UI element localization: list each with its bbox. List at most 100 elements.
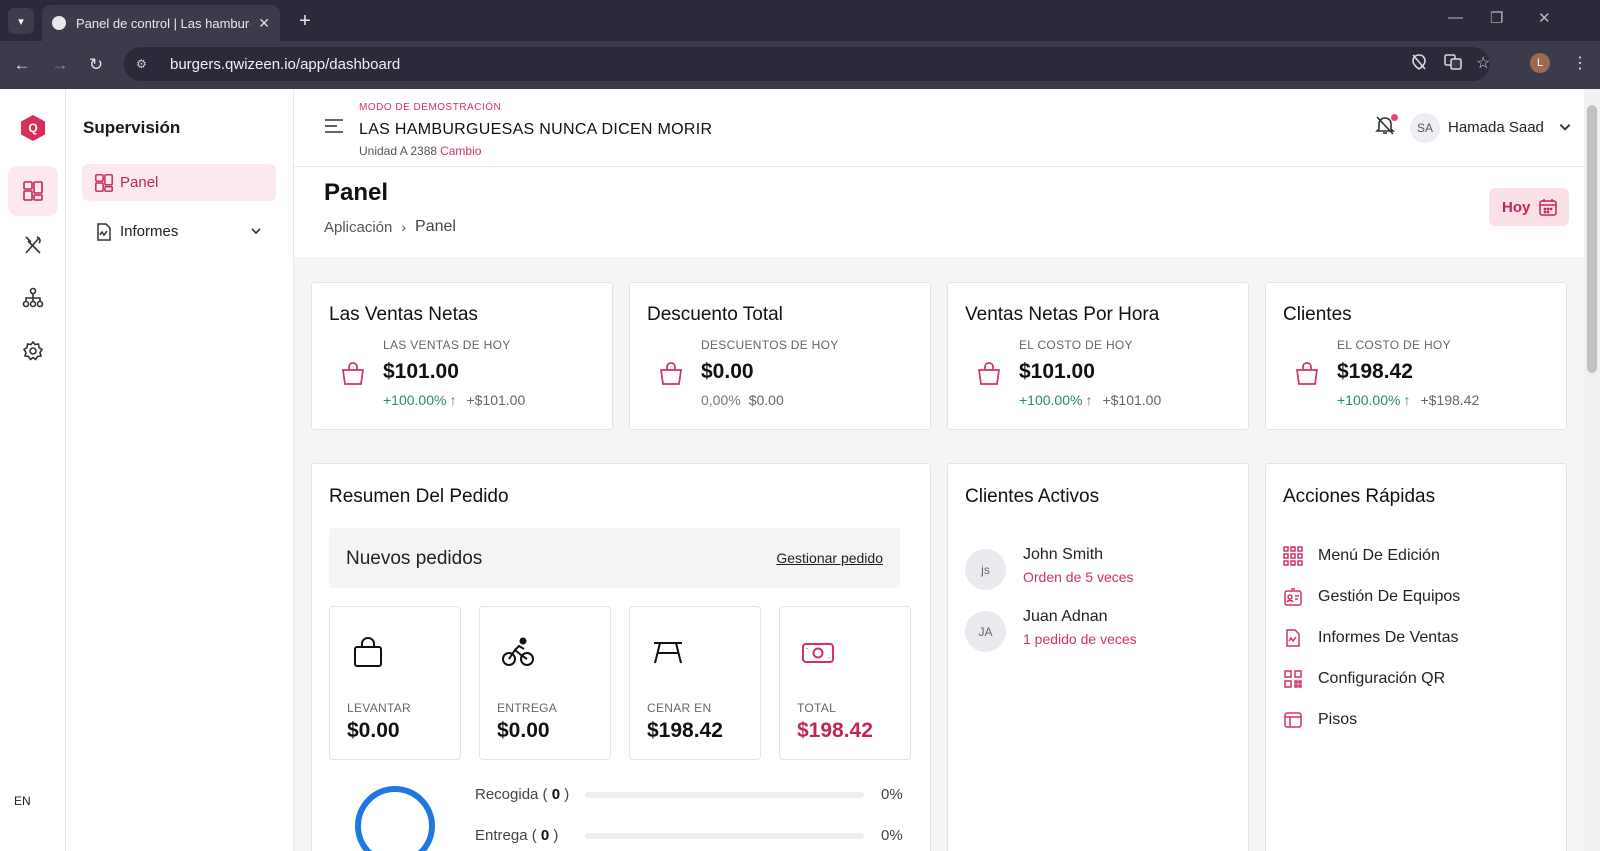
today-button-label: Hoy <box>1502 198 1531 216</box>
stat-change: +100.00% ↑ +$101.00 <box>383 392 525 408</box>
new-tab-button[interactable]: + <box>292 8 318 34</box>
money-icon <box>801 635 835 674</box>
stat-percent: +100.00% <box>1337 392 1401 408</box>
stat-title: Descuento Total <box>647 304 783 325</box>
app-icon-rail: Q EN <box>0 89 66 851</box>
stat-title: Clientes <box>1283 304 1352 325</box>
store-name: LAS HAMBURGUESAS NUNCA DICEN MORIR <box>359 121 713 138</box>
order-type-value: $0.00 <box>347 719 400 742</box>
quick-action-team-management[interactable]: Gestión De Equipos <box>1283 584 1460 610</box>
order-type-delivery[interactable]: ENTREGA $0.00 <box>479 606 611 760</box>
sidebar-item-panel[interactable]: Panel <box>82 164 276 201</box>
arrow-up-icon: ↑ <box>1085 392 1093 408</box>
utensils-icon[interactable] <box>8 220 58 270</box>
progress-row-delivery: Entrega ( 0 ) 0% <box>475 827 911 844</box>
chevron-down-icon[interactable] <box>1558 120 1572 139</box>
order-type-dine-in[interactable]: CENAR EN $198.42 <box>629 606 761 760</box>
page-scrollbar[interactable] <box>1584 89 1600 851</box>
stat-percent: 0,00% <box>701 392 741 408</box>
user-name[interactable]: Hamada Saad <box>1448 119 1544 136</box>
table-icon <box>651 635 685 674</box>
stat-label: EL COSTO DE HOY <box>1019 338 1133 352</box>
list-item[interactable]: JA Juan Adnan 1 pedido de veces <box>965 608 1235 658</box>
sidebar-item-informes[interactable]: Informes <box>82 213 276 250</box>
client-name: Juan Adnan <box>1023 608 1108 625</box>
tab-search-button[interactable]: ▾ <box>8 8 34 34</box>
stat-value: $198.42 <box>1337 360 1413 383</box>
browser-menu-icon[interactable]: ⋮ <box>1572 53 1588 73</box>
dashboard-icon[interactable] <box>8 166 58 216</box>
app-header: MODO DE DEMOSTRACIÓN LAS HAMBURGUESAS NU… <box>294 89 1584 167</box>
page-heading: Panel Aplicación › Panel Hoy <box>294 167 1584 257</box>
breadcrumb-app-link[interactable]: Aplicación <box>324 219 392 236</box>
sidebar-item-label: Panel <box>120 174 159 191</box>
quick-action-label: Configuración QR <box>1318 670 1446 687</box>
language-label: EN <box>14 794 31 808</box>
stat-delta: +$101.00 <box>1102 392 1162 408</box>
avatar[interactable]: SA <box>1410 113 1440 143</box>
stat-change: +100.00% ↑ +$198.42 <box>1337 392 1479 408</box>
section-title: Acciones Rápidas <box>1283 486 1436 507</box>
manage-order-link[interactable]: Gestionar pedido <box>776 550 883 566</box>
demo-mode-label: MODO DE DEMOSTRACIÓN <box>359 102 502 113</box>
new-orders-label: Nuevos pedidos <box>346 548 483 569</box>
order-type-value: $198.42 <box>647 719 723 742</box>
stat-title: Ventas Netas Por Hora <box>965 304 1160 325</box>
unit-label: Unidad A 2388 <box>359 144 438 158</box>
minimize-icon[interactable]: — <box>1448 9 1463 26</box>
sidebar-item-label: Informes <box>120 223 179 240</box>
profile-avatar[interactable]: L <box>1530 53 1550 73</box>
quick-action-sales-reports[interactable]: Informes De Ventas <box>1283 625 1459 651</box>
stat-percent: +100.00% <box>383 392 447 408</box>
quick-action-qr-config[interactable]: Configuración QR <box>1283 666 1445 692</box>
browser-tab[interactable]: Panel de control | Las hamburguesas nunc… <box>42 5 280 41</box>
grid-icon <box>1283 546 1303 566</box>
stat-card-clients: Clientes EL COSTO DE HOY $198.42 +100.00… <box>1265 282 1567 430</box>
chevron-down-icon <box>250 224 262 241</box>
progress-row-pickup: Recogida ( 0 ) 0% <box>475 786 911 803</box>
stat-delta: +$198.42 <box>1420 392 1480 408</box>
bookmark-star-icon[interactable]: ☆ <box>1476 53 1490 73</box>
restore-icon[interactable]: ❐ <box>1490 9 1503 27</box>
browser-tab-bar: ▾ Panel de control | Las hamburguesas nu… <box>0 0 1600 41</box>
stat-label: LAS VENTAS DE HOY <box>383 338 511 352</box>
org-chart-icon[interactable] <box>8 273 58 323</box>
stat-label: DESCUENTOS DE HOY <box>701 338 839 352</box>
reload-icon[interactable]: ↻ <box>84 53 108 77</box>
today-button[interactable]: Hoy <box>1489 188 1569 226</box>
forward-icon[interactable]: → <box>48 53 72 77</box>
order-type-label: CENAR EN <box>647 701 712 715</box>
menu-toggle-icon[interactable] <box>324 118 344 139</box>
language-switch[interactable]: EN <box>8 789 56 813</box>
window-close-icon[interactable]: ✕ <box>1538 9 1551 27</box>
qr-code-icon <box>1283 669 1303 689</box>
orders-donut-chart <box>355 786 435 851</box>
order-type-label: TOTAL <box>797 701 837 715</box>
app-logo[interactable]: Q <box>21 115 45 141</box>
site-info-icon[interactable]: ⚙ <box>136 57 156 71</box>
quick-action-label: Menú De Edición <box>1318 547 1440 564</box>
client-orders: Orden de 5 veces <box>1023 569 1134 585</box>
unit-line: Unidad A 2388 Cambio <box>359 144 481 158</box>
back-icon[interactable]: ← <box>10 53 34 77</box>
tracking-off-icon[interactable] <box>1410 53 1428 76</box>
scrollbar-thumb[interactable] <box>1587 105 1597 373</box>
calendar-icon <box>1539 199 1558 216</box>
address-bar[interactable]: ⚙ burgers.qwizeen.io/app/dashboard <box>124 47 1490 81</box>
arrow-up-icon: ↑ <box>1403 392 1411 408</box>
translate-icon[interactable] <box>1444 53 1462 76</box>
list-item[interactable]: js John Smith Orden de 5 veces <box>965 546 1235 596</box>
quick-action-floors[interactable]: Pisos <box>1283 707 1357 733</box>
quick-action-edit-menu[interactable]: Menú De Edición <box>1283 543 1440 569</box>
gear-icon[interactable] <box>8 326 58 376</box>
dashboard-icon <box>94 173 114 193</box>
client-orders: 1 pedido de veces <box>1023 631 1137 647</box>
close-icon[interactable]: ✕ <box>258 15 270 32</box>
quick-action-label: Informes De Ventas <box>1318 629 1459 646</box>
change-unit-link[interactable]: Cambio <box>440 144 481 158</box>
order-type-total[interactable]: TOTAL $198.42 <box>779 606 911 760</box>
progress-percent: 0% <box>881 827 903 844</box>
new-orders-bar: Nuevos pedidos Gestionar pedido <box>329 528 900 588</box>
order-type-pickup[interactable]: LEVANTAR $0.00 <box>329 606 461 760</box>
section-title: Resumen Del Pedido <box>329 486 509 507</box>
